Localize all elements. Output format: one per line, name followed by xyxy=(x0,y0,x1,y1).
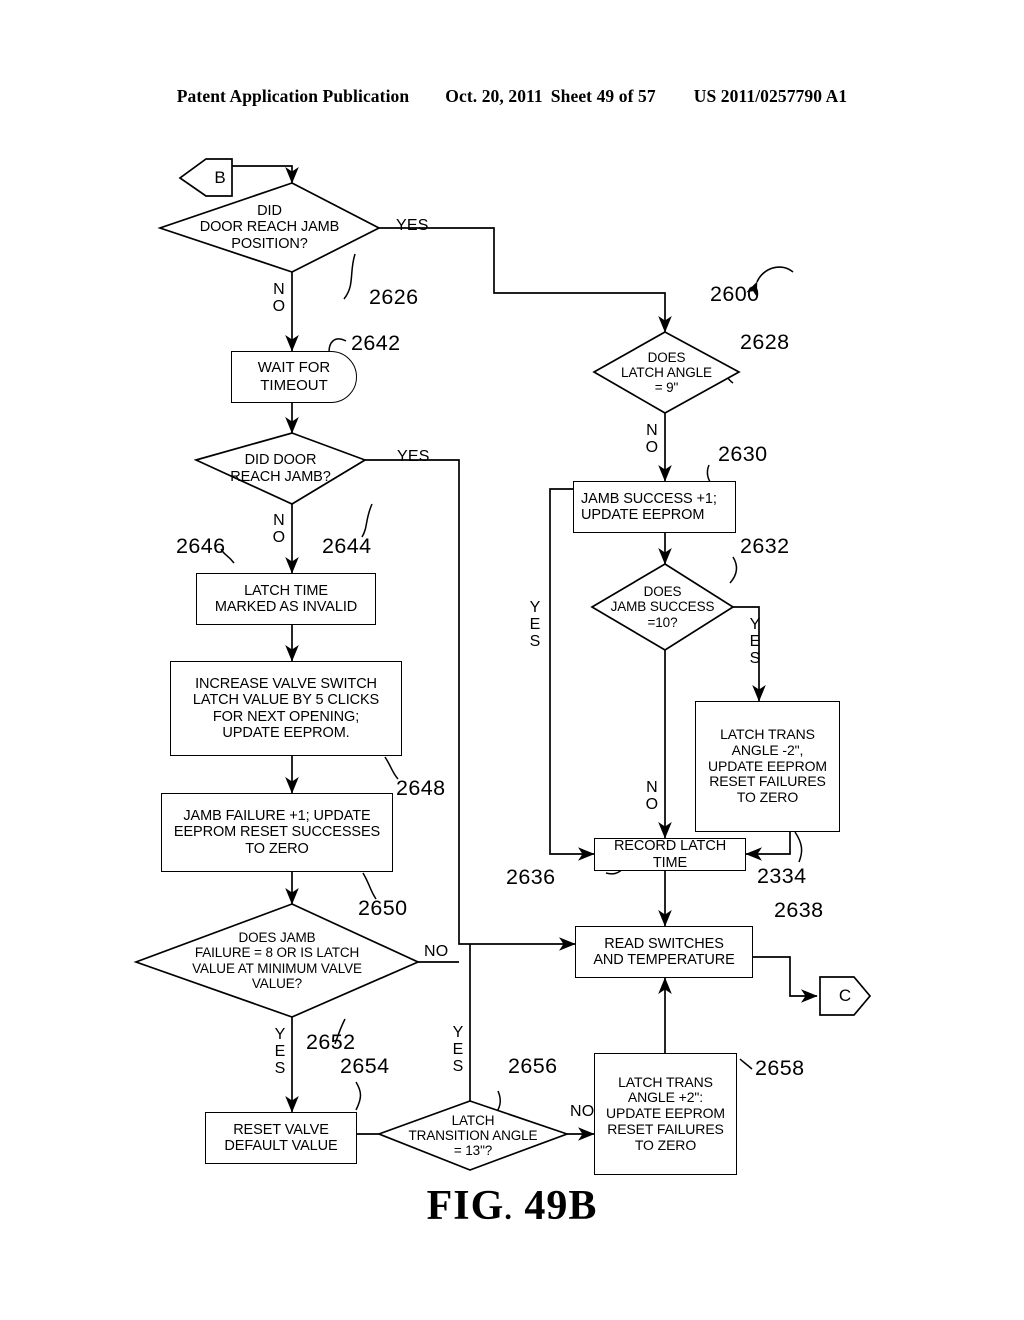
decision-does-latch-angle[interactable]: DOES LATCH ANGLE = 9" xyxy=(594,332,739,413)
process-wait-for-timeout[interactable]: WAIT FOR TIMEOUT xyxy=(231,351,357,403)
decision-did-door-reach-jamb-position-label: DID DOOR REACH JAMB POSITION? xyxy=(199,203,340,252)
figure-caption: FIG. 49B xyxy=(0,1182,1024,1230)
ref-2646: 2646 xyxy=(176,534,226,558)
decision-latch-transition-angle[interactable]: LATCH TRANSITION ANGLE = 13"? xyxy=(379,1101,567,1170)
ref-2630: 2630 xyxy=(718,442,768,466)
ref-2642: 2642 xyxy=(351,331,401,355)
connector-c[interactable]: C xyxy=(820,977,870,1015)
decision-did-door-reach-jamb-position[interactable]: DID DOOR REACH JAMB POSITION? xyxy=(160,183,379,272)
branch-label-yes-2652: YES xyxy=(274,1026,286,1077)
process-latch-time-marked-invalid[interactable]: LATCH TIME MARKED AS INVALID xyxy=(196,573,376,625)
process-increase-valve-switch[interactable]: INCREASE VALVE SWITCH LATCH VALUE BY 5 C… xyxy=(170,661,402,756)
ref-2650: 2650 xyxy=(358,896,408,920)
process-jamb-failure-increment[interactable]: JAMB FAILURE +1; UPDATE EEPROM RESET SUC… xyxy=(161,793,393,872)
patent-sheet: Patent Application Publication Oct. 20, … xyxy=(0,0,1024,1320)
figure-caption-number: 49B xyxy=(524,1183,598,1229)
figure-caption-dot: . xyxy=(504,1193,513,1226)
decision-does-latch-angle-label: DOES LATCH ANGLE = 9" xyxy=(621,349,712,396)
ref-2644: 2644 xyxy=(322,534,372,558)
decision-did-door-reach-jamb-label: DID DOOR REACH JAMB? xyxy=(230,452,331,485)
branch-label-no-2652: NO xyxy=(424,943,449,960)
ref-2638: 2638 xyxy=(774,898,824,922)
process-reset-valve-default[interactable]: RESET VALVE DEFAULT VALUE xyxy=(205,1112,357,1164)
ref-2600: 2600 xyxy=(710,282,760,306)
process-latch-trans-angle-minus-2[interactable]: LATCH TRANS ANGLE -2", UPDATE EEPROM RES… xyxy=(695,701,840,832)
decision-latch-transition-angle-label: LATCH TRANSITION ANGLE = 13"? xyxy=(408,1112,538,1159)
ref-2632: 2632 xyxy=(740,534,790,558)
ref-2656: 2656 xyxy=(508,1054,558,1078)
process-latch-trans-angle-plus-2[interactable]: LATCH TRANS ANGLE +2": UPDATE EEPROM RES… xyxy=(594,1053,737,1175)
process-jamb-success-increment[interactable]: JAMB SUCCESS +1; UPDATE EEPROM xyxy=(573,481,736,533)
branch-label-yes-right-2632: YES xyxy=(749,616,761,667)
branch-label-no-2656: NO xyxy=(570,1103,595,1120)
process-reset-valve-default-label: RESET VALVE DEFAULT VALUE xyxy=(224,1121,338,1154)
process-increase-valve-switch-label: INCREASE VALVE SWITCH LATCH VALUE BY 5 C… xyxy=(192,676,380,741)
process-jamb-failure-increment-label: JAMB FAILURE +1; UPDATE EEPROM RESET SUC… xyxy=(173,808,381,857)
process-latch-time-marked-invalid-label: LATCH TIME MARKED AS INVALID xyxy=(214,582,358,615)
ref-2654: 2654 xyxy=(340,1054,390,1078)
process-latch-trans-angle-minus-2-label: LATCH TRANS ANGLE -2", UPDATE EEPROM RES… xyxy=(707,726,827,805)
branch-label-no-2626: NO xyxy=(272,281,286,315)
branch-label-yes-left-2636: YES xyxy=(529,599,541,650)
branch-label-no-2628: NO xyxy=(645,422,659,456)
process-record-latch-time-label: RECORD LATCH TIME xyxy=(613,838,727,871)
branch-label-yes-2644: YES xyxy=(397,448,430,465)
branch-label-yes-2626: YES xyxy=(396,217,429,234)
branch-label-no-2644: NO xyxy=(272,512,286,546)
decision-did-door-reach-jamb[interactable]: DID DOOR REACH JAMB? xyxy=(196,433,365,504)
process-jamb-success-increment-label: JAMB SUCCESS +1; UPDATE EEPROM xyxy=(581,490,717,523)
process-read-switches-temperature[interactable]: READ SWITCHES AND TEMPERATURE xyxy=(575,926,753,978)
decision-does-jamb-success-label: DOES JAMB SUCCESS =10? xyxy=(610,584,715,630)
process-read-switches-temperature-label: READ SWITCHES AND TEMPERATURE xyxy=(593,935,735,968)
ref-2658: 2658 xyxy=(755,1056,805,1080)
decision-does-jamb-success[interactable]: DOES JAMB SUCCESS =10? xyxy=(592,564,733,650)
process-wait-for-timeout-label: WAIT FOR TIMEOUT xyxy=(257,359,331,394)
ref-2648: 2648 xyxy=(396,776,446,800)
process-record-latch-time[interactable]: RECORD LATCH TIME xyxy=(594,838,746,871)
branch-label-no-2632: NO xyxy=(645,779,659,813)
figure-caption-prefix: FIG xyxy=(426,1183,505,1229)
ref-2636: 2636 xyxy=(506,865,556,889)
ref-2652: 2652 xyxy=(306,1030,356,1054)
ref-2626: 2626 xyxy=(369,285,419,309)
ref-2628: 2628 xyxy=(740,330,790,354)
process-latch-trans-angle-plus-2-label: LATCH TRANS ANGLE +2": UPDATE EEPROM RES… xyxy=(605,1073,725,1153)
ref-2334: 2334 xyxy=(757,864,807,888)
connector-c-label: C xyxy=(838,986,852,1005)
branch-label-yes-2656: YES xyxy=(452,1024,464,1075)
